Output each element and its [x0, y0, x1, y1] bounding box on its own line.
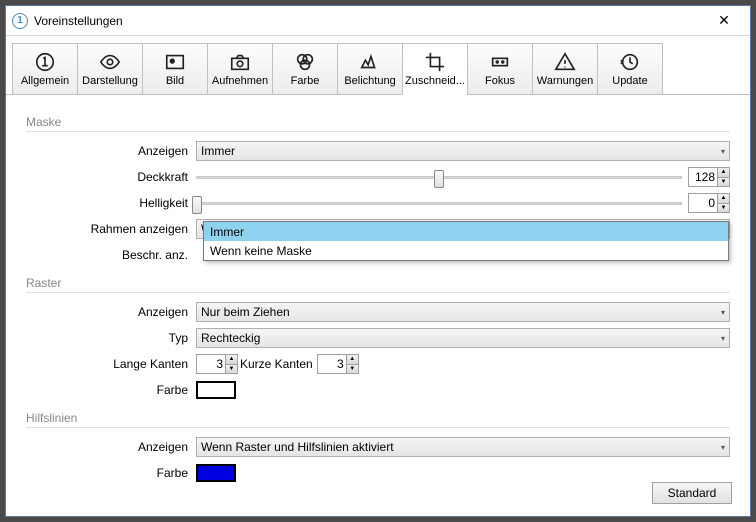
window-title: Voreinstellungen [34, 14, 704, 28]
image-icon [164, 51, 186, 73]
dropdown-option-wenn-keine-maske[interactable]: Wenn keine Maske [204, 241, 728, 260]
eye-icon [99, 51, 121, 73]
content-area: Maske Anzeigen Immer▾ Deckkraft ▲▼ Helli… [6, 95, 750, 498]
crop-icon [424, 51, 446, 73]
label-hilfslinien-anzeigen: Anzeigen [26, 440, 196, 454]
chevron-down-icon: ▾ [721, 147, 725, 156]
focus-icon [489, 51, 511, 73]
tab-aufnehmen[interactable]: Aufnehmen [207, 43, 273, 95]
chevron-down-icon: ▾ [721, 308, 725, 317]
slider-thumb[interactable] [434, 170, 444, 188]
section-raster: Raster [26, 276, 730, 293]
update-icon [619, 51, 641, 73]
tab-fokus[interactable]: Fokus [467, 43, 533, 95]
color-swatch-hilfslinien[interactable] [196, 464, 236, 482]
tab-darstellung[interactable]: Darstellung [77, 43, 143, 95]
spin-up[interactable]: ▲ [346, 355, 358, 365]
dropdown-beschr-anz[interactable]: Immer Wenn keine Maske [203, 221, 729, 261]
tab-update[interactable]: Update [597, 43, 663, 95]
numbox-kurze-kanten[interactable]: ▲▼ [317, 354, 359, 374]
label-helligkeit: Helligkeit [26, 196, 196, 210]
spin-down[interactable]: ▼ [717, 204, 729, 213]
tab-farbe[interactable]: Farbe [272, 43, 338, 95]
select-maske-anzeigen[interactable]: Immer▾ [196, 141, 730, 161]
slider-deckkraft[interactable] [196, 176, 682, 179]
select-typ[interactable]: Rechteckig▾ [196, 328, 730, 348]
tab-allgemein[interactable]: Allgemein [12, 43, 78, 95]
label-raster-anzeigen: Anzeigen [26, 305, 196, 319]
label-kurze-kanten: Kurze Kanten [240, 357, 313, 371]
tab-zuschneiden[interactable]: Zuschneid... [402, 43, 468, 95]
spin-down[interactable]: ▼ [346, 365, 358, 374]
label-hilfslinien-farbe: Farbe [26, 466, 196, 480]
chevron-down-icon: ▾ [721, 334, 725, 343]
numbox-lange-kanten[interactable]: ▲▼ [196, 354, 238, 374]
spin-up[interactable]: ▲ [717, 168, 729, 178]
label-lange-kanten: Lange Kanten [26, 357, 196, 371]
standard-button[interactable]: Standard [652, 482, 732, 504]
spin-down[interactable]: ▼ [717, 178, 729, 187]
slider-thumb[interactable] [192, 196, 202, 214]
label-deckkraft: Deckkraft [26, 170, 196, 184]
label-typ: Typ [26, 331, 196, 345]
select-raster-anzeigen[interactable]: Nur beim Ziehen▾ [196, 302, 730, 322]
titlebar: 1 Voreinstellungen ✕ [6, 6, 750, 36]
spin-down[interactable]: ▼ [225, 365, 237, 374]
section-hilfslinien: Hilfslinien [26, 411, 730, 428]
tab-belichtung[interactable]: Belichtung [337, 43, 403, 95]
camera-icon [229, 51, 251, 73]
label-rahmen-anzeigen: Rahmen anzeigen [26, 222, 196, 236]
numbox-helligkeit[interactable]: ▲▼ [688, 193, 730, 213]
label-beschr-anz: Beschr. anz. [26, 248, 196, 262]
label-maske-anzeigen: Anzeigen [26, 144, 196, 158]
exposure-icon [359, 51, 381, 73]
color-circles-icon [294, 51, 316, 73]
tab-bild[interactable]: Bild [142, 43, 208, 95]
close-button[interactable]: ✕ [704, 7, 744, 35]
spin-up[interactable]: ▲ [717, 194, 729, 204]
preferences-window: 1 Voreinstellungen ✕ Allgemein Darstellu… [5, 5, 751, 517]
numbox-deckkraft[interactable]: ▲▼ [688, 167, 730, 187]
app-icon: 1 [12, 13, 28, 29]
spin-up[interactable]: ▲ [225, 355, 237, 365]
color-swatch-raster[interactable] [196, 381, 236, 399]
chevron-down-icon: ▾ [721, 443, 725, 452]
tabs-bar: Allgemein Darstellung Bild Aufnehmen Far… [6, 36, 750, 95]
section-maske: Maske [26, 115, 730, 132]
tab-warnungen[interactable]: Warnungen [532, 43, 598, 95]
select-hilfslinien-anzeigen[interactable]: Wenn Raster und Hilfslinien aktiviert▾ [196, 437, 730, 457]
dropdown-option-immer[interactable]: Immer [204, 222, 728, 241]
warning-icon [554, 51, 576, 73]
number-one-icon [34, 51, 56, 73]
label-raster-farbe: Farbe [26, 383, 196, 397]
slider-helligkeit[interactable] [196, 202, 682, 205]
